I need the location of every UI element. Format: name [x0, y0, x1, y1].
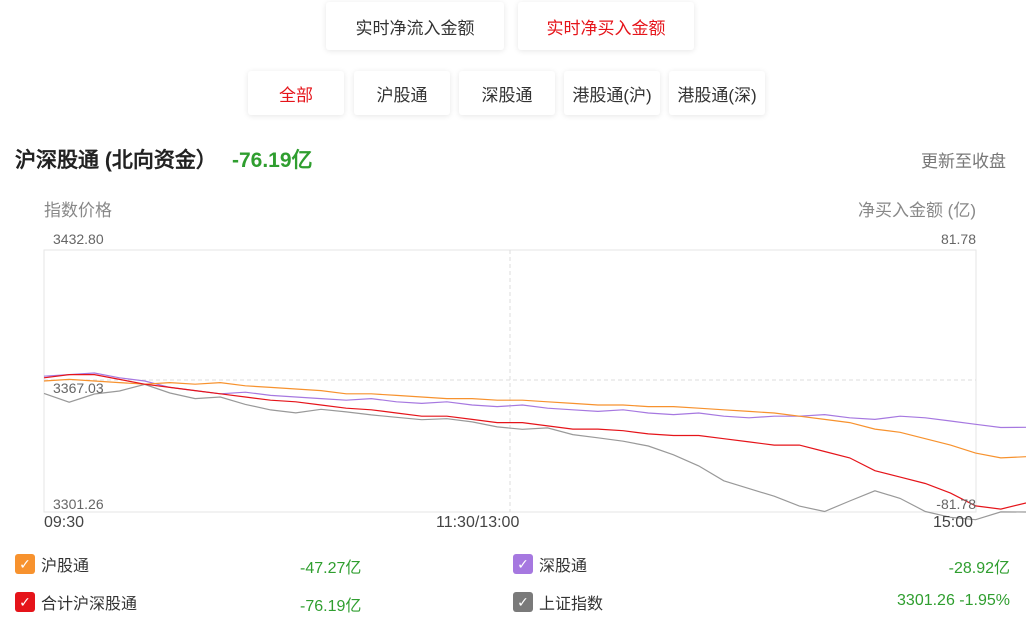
- legend-value: -76.19亿: [300, 598, 362, 615]
- left-tick-mid: 3367.03: [53, 380, 104, 396]
- legend-item-shanghai[interactable]: ✓ 沪股通: [15, 552, 89, 576]
- legend-label: 合计沪深股通: [41, 596, 138, 613]
- x-tick-close: 15:00: [933, 514, 974, 531]
- checkbox-checked-icon[interactable]: ✓: [15, 554, 35, 574]
- checkbox-checked-icon[interactable]: ✓: [513, 592, 533, 612]
- legend-value: 3301.26 -1.95%: [897, 592, 1010, 609]
- x-tick-open: 09:30: [44, 514, 85, 531]
- left-tick-top: 3432.80: [53, 231, 104, 247]
- x-tick-midday: 11:30/13:00: [436, 514, 520, 531]
- plot-border: [43, 249, 977, 513]
- legend-value: -47.27亿: [300, 560, 362, 577]
- series-line-2: [43, 374, 1026, 510]
- checkbox-checked-icon[interactable]: ✓: [15, 592, 35, 612]
- legend-item-total[interactable]: ✓ 合计沪深股通: [15, 590, 137, 614]
- legend-label: 沪股通: [41, 558, 90, 575]
- legend-label: 深股通: [539, 558, 588, 575]
- left-tick-bottom: 3301.26: [53, 496, 104, 512]
- checkbox-checked-icon[interactable]: ✓: [513, 554, 533, 574]
- series-line-1: [43, 372, 1026, 429]
- legend-item-shenzhen[interactable]: ✓ 深股通: [513, 552, 587, 576]
- right-tick-top: 81.78: [940, 231, 976, 247]
- right-tick-bottom: -81.78: [936, 496, 976, 512]
- legend-label: 上证指数: [539, 596, 604, 613]
- legend-value: -28.92亿: [948, 560, 1010, 577]
- legend-item-sse-index[interactable]: ✓ 上证指数: [513, 590, 603, 614]
- series-line-3: [43, 383, 1026, 521]
